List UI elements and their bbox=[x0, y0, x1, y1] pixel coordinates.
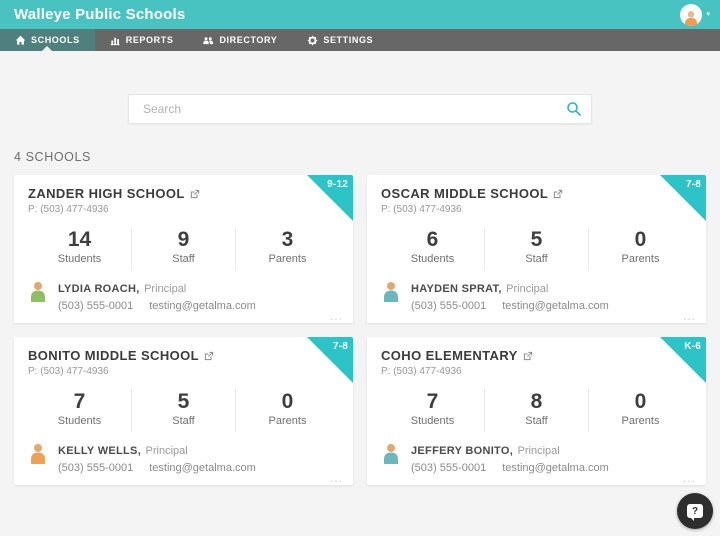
help-question-mark: ? bbox=[692, 506, 698, 517]
school-card[interactable]: K-6 COHO ELEMENTARY P: (503) 477-4936 7 … bbox=[367, 337, 706, 485]
school-phone: P: (503) 477-4936 bbox=[381, 204, 692, 215]
app-header: Walleye Public Schools ▾ bbox=[0, 0, 720, 29]
tab-label: SETTINGS bbox=[323, 35, 373, 45]
stat-students: 7 Students bbox=[28, 389, 131, 432]
card-more-ellipsis[interactable]: ... bbox=[683, 309, 696, 323]
schools-grid: 9-12 ZANDER HIGH SCHOOL P: (503) 477-493… bbox=[0, 175, 720, 485]
grade-badge-label: K-6 bbox=[684, 341, 701, 352]
school-stats: 7 Students 5 Staff 0 Parents bbox=[28, 389, 339, 432]
school-card[interactable]: 9-12 ZANDER HIGH SCHOOL P: (503) 477-493… bbox=[14, 175, 353, 323]
search-bar bbox=[128, 94, 592, 124]
principal-info: HAYDEN SPRAT, Principal (503) 555-0001 te… bbox=[381, 279, 692, 312]
principal-avatar bbox=[28, 442, 48, 464]
principal-phone: (503) 555-0001 bbox=[411, 462, 486, 474]
app-title: Walleye Public Schools bbox=[14, 6, 185, 23]
stat-parents: 0 Parents bbox=[588, 227, 692, 270]
help-chat-button[interactable]: ? bbox=[677, 493, 713, 529]
school-name-link[interactable]: ZANDER HIGH SCHOOL bbox=[28, 186, 185, 201]
principal-title: Principal bbox=[506, 283, 548, 295]
schools-count-label: 4 SCHOOLS bbox=[14, 150, 706, 164]
tab-directory[interactable]: DIRECTORY bbox=[188, 29, 292, 51]
school-stats: 6 Students 5 Staff 0 Parents bbox=[381, 227, 692, 270]
stat-parents: 3 Parents bbox=[235, 227, 339, 270]
question-chat-icon: ? bbox=[687, 504, 703, 518]
school-stats: 14 Students 9 Staff 3 Parents bbox=[28, 227, 339, 270]
card-more-ellipsis[interactable]: ... bbox=[330, 471, 343, 485]
principal-title: Principal bbox=[146, 445, 188, 457]
principal-email[interactable]: testing@getalma.com bbox=[149, 462, 256, 474]
principal-phone: (503) 555-0001 bbox=[411, 300, 486, 312]
stat-staff: 5 Staff bbox=[484, 227, 588, 270]
school-name-link[interactable]: OSCAR MIDDLE SCHOOL bbox=[381, 186, 548, 201]
tab-reports[interactable]: REPORTS bbox=[95, 29, 189, 51]
school-phone: P: (503) 477-4936 bbox=[28, 366, 339, 377]
principal-avatar bbox=[381, 280, 401, 302]
tab-settings[interactable]: SETTINGS bbox=[292, 29, 388, 51]
stat-staff: 8 Staff bbox=[484, 389, 588, 432]
principal-title: Principal bbox=[518, 445, 560, 457]
principal-name: JEFFERY BONITO, bbox=[411, 445, 513, 457]
school-phone: P: (503) 477-4936 bbox=[28, 204, 339, 215]
stat-students: 6 Students bbox=[381, 227, 484, 270]
stat-staff: 9 Staff bbox=[131, 227, 235, 270]
school-name-link[interactable]: COHO ELEMENTARY bbox=[381, 348, 518, 363]
external-link-icon[interactable] bbox=[190, 189, 200, 199]
search-input[interactable] bbox=[128, 94, 592, 124]
search-icon[interactable] bbox=[566, 101, 582, 117]
user-avatar[interactable] bbox=[680, 4, 702, 26]
principal-phone: (503) 555-0001 bbox=[58, 462, 133, 474]
tab-schools[interactable]: SCHOOLS bbox=[0, 29, 95, 51]
school-stats: 7 Students 8 Staff 0 Parents bbox=[381, 389, 692, 432]
tab-label: REPORTS bbox=[126, 35, 174, 45]
principal-name: HAYDEN SPRAT, bbox=[411, 283, 502, 295]
principal-email[interactable]: testing@getalma.com bbox=[502, 462, 609, 474]
stat-students: 7 Students bbox=[381, 389, 484, 432]
grade-badge-label: 9-12 bbox=[327, 179, 348, 190]
school-card[interactable]: 7-8 BONITO MIDDLE SCHOOL P: (503) 477-49… bbox=[14, 337, 353, 485]
tab-label: SCHOOLS bbox=[31, 35, 80, 45]
school-card[interactable]: 7-8 OSCAR MIDDLE SCHOOL P: (503) 477-493… bbox=[367, 175, 706, 323]
user-menu[interactable]: ▾ bbox=[680, 4, 710, 26]
home-icon bbox=[15, 35, 26, 46]
person-icon bbox=[682, 8, 700, 26]
bar-chart-icon bbox=[110, 35, 121, 46]
principal-avatar bbox=[28, 280, 48, 302]
grade-badge-label: 7-8 bbox=[686, 179, 701, 190]
school-name-link[interactable]: BONITO MIDDLE SCHOOL bbox=[28, 348, 199, 363]
stat-parents: 0 Parents bbox=[235, 389, 339, 432]
principal-phone: (503) 555-0001 bbox=[58, 300, 133, 312]
principal-info: JEFFERY BONITO, Principal (503) 555-0001… bbox=[381, 441, 692, 474]
principal-avatar bbox=[381, 442, 401, 464]
grade-badge-label: 7-8 bbox=[333, 341, 348, 352]
principal-name: LYDIA ROACH, bbox=[58, 283, 140, 295]
stat-students: 14 Students bbox=[28, 227, 131, 270]
school-phone: P: (503) 477-4936 bbox=[381, 366, 692, 377]
external-link-icon[interactable] bbox=[204, 351, 214, 361]
stat-staff: 5 Staff bbox=[131, 389, 235, 432]
external-link-icon[interactable] bbox=[553, 189, 563, 199]
principal-title: Principal bbox=[144, 283, 186, 295]
main-nav: SCHOOLS REPORTS DIRECTORY SETTINGS bbox=[0, 29, 720, 51]
chevron-down-icon: ▾ bbox=[706, 11, 710, 18]
external-link-icon[interactable] bbox=[523, 351, 533, 361]
card-more-ellipsis[interactable]: ... bbox=[330, 309, 343, 323]
principal-name: KELLY WELLS, bbox=[58, 445, 141, 457]
principal-email[interactable]: testing@getalma.com bbox=[149, 300, 256, 312]
principal-info: KELLY WELLS, Principal (503) 555-0001 tes… bbox=[28, 441, 339, 474]
people-icon bbox=[203, 35, 214, 46]
principal-info: LYDIA ROACH, Principal (503) 555-0001 tes… bbox=[28, 279, 339, 312]
stat-parents: 0 Parents bbox=[588, 389, 692, 432]
principal-email[interactable]: testing@getalma.com bbox=[502, 300, 609, 312]
card-more-ellipsis[interactable]: ... bbox=[683, 471, 696, 485]
tab-label: DIRECTORY bbox=[219, 35, 277, 45]
gear-icon bbox=[307, 35, 318, 46]
